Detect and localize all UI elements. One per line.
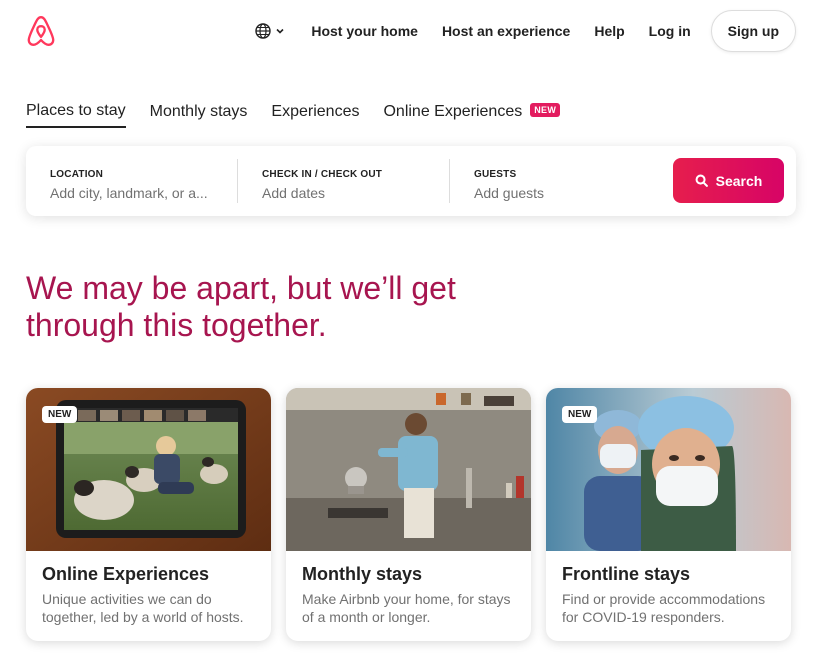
airbnb-logo[interactable] <box>24 14 58 48</box>
language-selector[interactable] <box>255 23 285 39</box>
page-headline: We may be apart, but we’ll get through t… <box>26 270 456 343</box>
tab-places-to-stay[interactable]: Places to stay <box>26 102 126 128</box>
search-bar: LOCATION Add city, landmark, or a... CHE… <box>26 146 796 216</box>
guests-field[interactable]: GUESTS Add guests <box>450 153 674 209</box>
card-description: Find or provide accommodations for COVID… <box>562 591 766 625</box>
location-field[interactable]: LOCATION Add city, landmark, or a... <box>26 153 237 209</box>
card-title: Online Experiences <box>42 564 210 584</box>
tab-monthly-stays[interactable]: Monthly stays <box>150 103 248 127</box>
card-online-experiences[interactable]: NEW Online Experiences Unique activities… <box>26 388 271 641</box>
new-badge: NEW <box>530 103 561 117</box>
nav-host-home[interactable]: Host your home <box>311 23 418 39</box>
card-title: Frontline stays <box>562 564 691 584</box>
card-monthly-stays[interactable]: Monthly stays Make Airbnb your home, for… <box>286 388 531 641</box>
guests-label: GUESTS <box>474 169 517 180</box>
search-button[interactable]: Search <box>673 158 784 203</box>
signup-button[interactable]: Sign up <box>710 10 796 52</box>
nav-host-experience[interactable]: Host an experience <box>442 23 570 39</box>
guests-input[interactable]: Add guests <box>474 185 650 201</box>
search-button-label: Search <box>715 172 763 189</box>
chevron-down-icon <box>276 28 284 34</box>
card-frontline-stays[interactable]: NEW Frontline stays Find or provide acco… <box>546 388 791 641</box>
location-label: LOCATION <box>50 169 104 180</box>
nav-login[interactable]: Log in <box>649 23 691 39</box>
dates-input[interactable]: Add dates <box>262 185 425 201</box>
location-input[interactable]: Add city, landmark, or a... <box>50 185 213 201</box>
card-description: Make Airbnb your home, for stays of a mo… <box>302 591 511 625</box>
new-badge: NEW <box>42 406 78 423</box>
dates-field[interactable]: CHECK IN / CHECK OUT Add dates <box>238 153 449 209</box>
nav-help[interactable]: Help <box>594 23 624 39</box>
search-tabs: Places to stay Monthly stays Experiences… <box>26 102 584 128</box>
globe-icon <box>255 23 272 39</box>
card-image <box>286 388 531 551</box>
search-icon <box>695 174 708 187</box>
top-nav: Host your home Host an experience Help L… <box>255 10 796 52</box>
tab-online-experiences[interactable]: Online Experiences NEW <box>383 103 561 127</box>
tab-experiences[interactable]: Experiences <box>271 103 359 127</box>
new-badge: NEW <box>562 406 598 423</box>
card-description: Unique activities we can do together, le… <box>42 591 244 625</box>
card-title: Monthly stays <box>302 564 423 584</box>
dates-label: CHECK IN / CHECK OUT <box>262 169 383 180</box>
